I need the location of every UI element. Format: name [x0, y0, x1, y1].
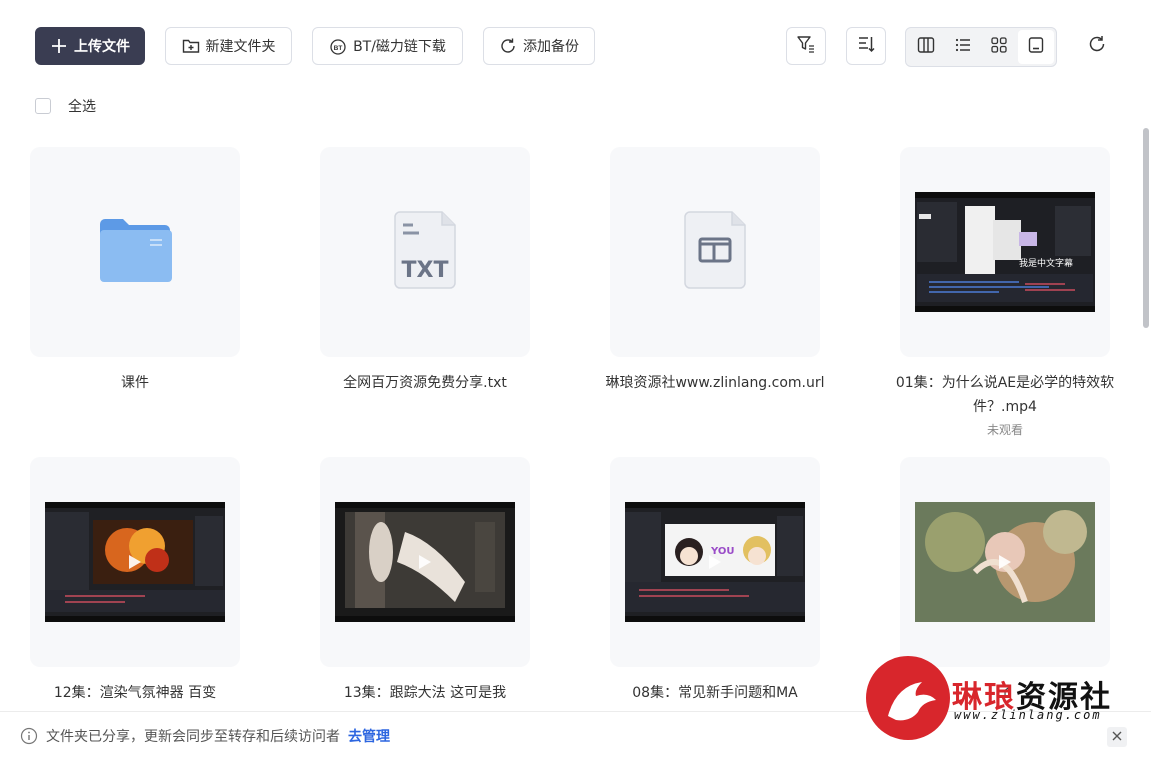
plus-icon	[50, 37, 68, 55]
play-icon	[999, 555, 1011, 569]
bt-magnet-icon: BT	[329, 37, 347, 55]
file-name: 12集：渲染气氛神器 百变	[53, 685, 217, 701]
file-card[interactable]: YOU	[610, 457, 820, 667]
txt-file-icon: TXT	[392, 211, 458, 293]
view-grid-button[interactable]	[981, 30, 1018, 64]
file-item[interactable]: YOU 08集：常见新手问题和MA	[610, 457, 820, 705]
file-item[interactable]: 13集：跟踪大法 这可是我	[320, 457, 530, 705]
video-thumbnail: YOU	[625, 502, 805, 622]
file-card[interactable]	[30, 147, 240, 357]
backup-sync-icon	[499, 37, 517, 55]
video-thumbnail	[335, 502, 515, 622]
folder-icon	[98, 216, 172, 288]
play-icon	[419, 555, 431, 569]
file-card[interactable]: TXT	[320, 147, 530, 357]
file-item[interactable]: 我是中文字幕 01集：为什么说AE是必学的特效软件？.mp4 未观看	[896, 147, 1114, 438]
thumbnail-view-icon	[1027, 36, 1045, 58]
refresh-icon	[1087, 34, 1107, 58]
view-mode-switch	[905, 27, 1057, 67]
file-item[interactable]: 课件	[30, 147, 240, 395]
file-item[interactable]: 琳琅资源社www.zlinlang.com.url	[605, 147, 825, 395]
file-name: 01集：为什么说AE是必学的特效软件？.mp4	[895, 375, 1115, 415]
bt-download-button[interactable]: BT BT/磁力链下载	[312, 27, 463, 65]
columns-icon	[917, 36, 935, 58]
info-icon	[20, 727, 38, 745]
add-backup-label: 添加备份	[523, 39, 579, 55]
view-thumbnail-button[interactable]	[1017, 30, 1054, 64]
sort-button[interactable]	[846, 27, 886, 65]
bt-download-label: BT/磁力链下载	[353, 39, 446, 55]
new-folder-icon	[182, 37, 200, 55]
file-name: 全网百万资源免费分享.txt	[343, 375, 507, 391]
svg-text:BT: BT	[334, 45, 343, 52]
select-all[interactable]: 全选	[35, 96, 96, 116]
upload-label: 上传文件	[74, 39, 130, 55]
file-card[interactable]: 我是中文字幕	[900, 147, 1110, 357]
toolbar: 上传文件 新建文件夹 BT BT/磁力链下载 添加备份	[0, 0, 1151, 90]
file-name: 琳琅资源社www.zlinlang.com.url	[605, 375, 825, 391]
list-icon	[954, 36, 972, 58]
play-icon	[129, 555, 141, 569]
video-thumbnail	[45, 502, 225, 622]
file-card[interactable]	[900, 457, 1110, 667]
file-card[interactable]	[30, 457, 240, 667]
txt-icon-label: TXT	[402, 258, 449, 283]
sort-icon	[856, 34, 876, 58]
video-thumbnail: 我是中文字幕	[915, 192, 1095, 312]
new-folder-label: 新建文件夹	[205, 39, 276, 55]
watermark-url: www.zlinlang.com	[954, 708, 1102, 722]
select-all-label: 全选	[68, 99, 96, 115]
share-notice-text: 文件夹已分享，更新会同步至转存和后续访问者	[46, 728, 340, 745]
select-all-checkbox[interactable]	[35, 98, 51, 114]
file-item[interactable]: 12集：渲染气氛神器 百变	[30, 457, 240, 705]
url-file-icon	[682, 211, 748, 293]
file-name: 08集：常见新手问题和MA	[632, 685, 798, 701]
add-backup-button[interactable]: 添加备份	[483, 27, 595, 65]
watermark: 琳琅资源社 www.zlinlang.com	[866, 656, 1151, 746]
file-item[interactable]: TXT 全网百万资源免费分享.txt	[320, 147, 530, 395]
file-name: 课件	[121, 375, 149, 391]
upload-button[interactable]: 上传文件	[35, 27, 145, 65]
file-card[interactable]	[320, 457, 530, 667]
file-name: 13集：跟踪大法 这可是我	[343, 685, 507, 701]
grid-icon	[990, 36, 1008, 58]
file-card[interactable]	[610, 147, 820, 357]
view-columns-button[interactable]	[908, 30, 945, 64]
manage-link[interactable]: 去管理	[348, 726, 390, 746]
new-folder-button[interactable]: 新建文件夹	[165, 27, 292, 65]
view-list-button[interactable]	[945, 30, 982, 64]
scrollbar-thumb[interactable]	[1143, 128, 1149, 328]
filter-icon	[796, 34, 816, 58]
filter-button[interactable]	[786, 27, 826, 65]
refresh-button[interactable]	[1083, 31, 1111, 61]
watch-status: 未观看	[986, 423, 1023, 437]
watermark-logo	[866, 656, 950, 740]
video-thumbnail	[915, 502, 1095, 622]
video-subtitle-overlay: 我是中文字幕	[1019, 259, 1074, 269]
play-icon	[709, 555, 721, 569]
